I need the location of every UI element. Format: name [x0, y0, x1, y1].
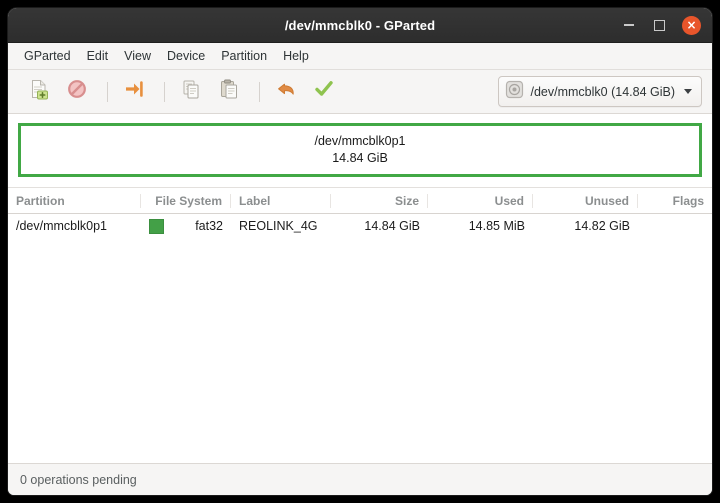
window-title: /dev/mmcblk0 - GParted: [284, 17, 436, 33]
chevron-down-icon: [684, 89, 692, 94]
device-selector[interactable]: /dev/mmcblk0 (14.84 GiB): [497, 76, 702, 107]
filesystem-color-swatch: [149, 218, 164, 234]
apply-icon: [313, 78, 335, 105]
copy-icon: [180, 78, 202, 105]
partition-graphic-block[interactable]: /dev/mmcblk0p1 14.84 GiB: [18, 123, 702, 177]
toolbar-separator-2: [164, 81, 165, 102]
window-titlebar: /dev/mmcblk0 - GParted ×: [8, 8, 712, 43]
partition-graphic-area: /dev/mmcblk0p1 14.84 GiB: [8, 114, 712, 187]
toolbar-separator-3: [259, 81, 260, 102]
table-header-row: Partition File System Label Size Used Un…: [8, 187, 712, 214]
partition-graphic-labels: /dev/mmcblk0p1 14.84 GiB: [314, 133, 405, 167]
cell-filesystem-name: fat32: [195, 219, 223, 233]
maximize-button[interactable]: [651, 17, 668, 34]
column-header-partition[interactable]: Partition: [8, 193, 141, 208]
partition-graphic-name: /dev/mmcblk0p1: [314, 134, 406, 149]
partition-table: Partition File System Label Size Used Un…: [8, 187, 712, 463]
column-header-flags[interactable]: Flags: [638, 194, 712, 208]
close-button[interactable]: ×: [682, 15, 701, 35]
toolbar-separator-1: [107, 81, 108, 102]
device-selector-value: /dev/mmcblk0 (14.84 GiB): [530, 84, 676, 99]
toolbar: /dev/mmcblk0 (14.84 GiB): [8, 70, 712, 114]
gparted-window: /dev/mmcblk0 - GParted × GParted Edit Vi…: [8, 8, 712, 495]
menubar: GParted Edit View Device Partition Help: [8, 43, 712, 70]
column-header-size[interactable]: Size: [331, 193, 428, 208]
copy-button[interactable]: [174, 76, 208, 108]
cell-label: REOLINK_4G: [239, 219, 318, 233]
cell-size: 14.84 GiB: [364, 219, 420, 233]
column-header-unused[interactable]: Unused: [533, 193, 638, 208]
apply-button[interactable]: [307, 76, 341, 108]
undo-button[interactable]: [269, 76, 303, 108]
window-controls: ×: [620, 15, 712, 35]
cell-partition: /dev/mmcblk0p1: [16, 219, 108, 233]
new-partition-button[interactable]: [22, 76, 56, 108]
paste-button[interactable]: [212, 76, 246, 108]
statusbar: 0 operations pending: [8, 463, 712, 495]
resize-move-icon: [123, 78, 145, 105]
delete-partition-button[interactable]: [60, 76, 94, 108]
harddisk-icon: [505, 80, 524, 104]
partition-graphic-size: 14.84 GiB: [332, 151, 388, 165]
menu-device[interactable]: Device: [159, 46, 213, 66]
menu-view[interactable]: View: [116, 46, 159, 66]
delete-partition-icon: [66, 78, 88, 105]
paste-icon: [218, 78, 240, 105]
column-header-label[interactable]: Label: [231, 193, 331, 208]
minimize-button[interactable]: [620, 17, 637, 34]
menu-gparted[interactable]: GParted: [16, 46, 79, 66]
table-row[interactable]: /dev/mmcblk0p1 fat32 REOLINK_4G 14.84 Gi…: [8, 214, 712, 238]
column-header-used[interactable]: Used: [428, 193, 533, 208]
column-header-filesystem[interactable]: File System: [141, 193, 231, 208]
menu-help[interactable]: Help: [275, 46, 317, 66]
cell-filesystem: fat32: [141, 218, 231, 234]
status-text: 0 operations pending: [20, 472, 137, 487]
undo-icon: [275, 78, 297, 105]
new-partition-icon: [28, 78, 50, 105]
menu-partition[interactable]: Partition: [213, 46, 275, 66]
cell-used: 14.85 MiB: [468, 219, 525, 233]
resize-move-button[interactable]: [117, 76, 151, 108]
cell-unused: 14.82 GiB: [574, 219, 630, 233]
menu-edit[interactable]: Edit: [79, 46, 117, 66]
